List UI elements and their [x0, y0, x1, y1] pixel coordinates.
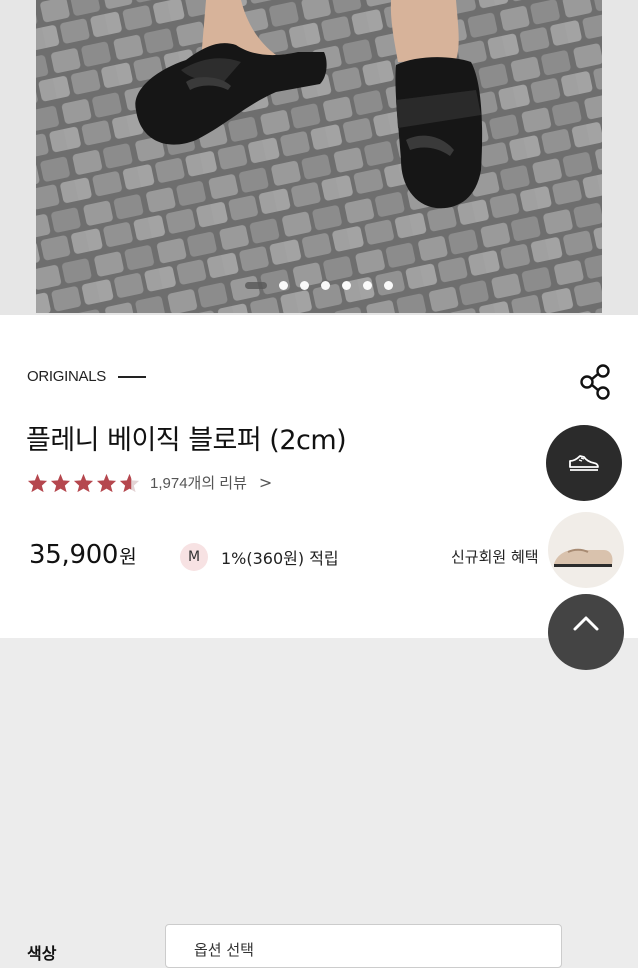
scroll-top-button[interactable]	[548, 594, 624, 670]
member-badge: M	[180, 543, 208, 571]
brand-link[interactable]: ORIGINALS	[27, 368, 146, 385]
color-label: 색상	[27, 944, 57, 963]
star-icon	[50, 473, 71, 492]
product-image-area[interactable]	[0, 0, 638, 315]
carousel-dot[interactable]	[321, 281, 330, 290]
star-icon	[27, 473, 48, 492]
price-number: 35,900	[29, 540, 119, 570]
shoe-thumbnail-image	[554, 548, 613, 567]
share-icon	[580, 364, 610, 400]
brand-name[interactable]: ORIGINALS	[27, 368, 106, 385]
star-half-icon	[119, 473, 140, 492]
product-thumbnail-button[interactable]	[548, 512, 624, 588]
carousel-dot[interactable]	[300, 281, 309, 290]
chevron-up-icon	[573, 616, 599, 631]
carousel-dot[interactable]	[363, 281, 372, 290]
brand-dash	[118, 375, 146, 378]
carousel-dot[interactable]	[279, 281, 288, 290]
product-photo-image	[36, 0, 602, 313]
option-select-placeholder: 옵션 선택	[194, 941, 254, 959]
star-icon	[96, 473, 117, 492]
shoe-fab-button[interactable]	[546, 425, 622, 501]
points-text: 1%(360원) 적립	[221, 549, 339, 568]
option-select[interactable]: 옵션 선택	[165, 924, 562, 968]
share-button[interactable]	[579, 364, 613, 400]
new-member-benefit[interactable]: 신규회원 혜택	[451, 546, 539, 567]
shoe-icon	[569, 455, 599, 471]
carousel-dot[interactable]	[384, 281, 393, 290]
carousel-dot[interactable]	[342, 281, 351, 290]
rating-row[interactable]: 1,974개의 리뷰 >	[27, 472, 272, 493]
product-photo[interactable]	[36, 0, 602, 313]
product-info-card: ORIGINALS 플레니 베이직 블로퍼 (2cm) 1,974개의 리뷰 >	[0, 315, 638, 968]
chevron-right-icon: >	[258, 473, 273, 492]
carousel-dot-active[interactable]	[245, 282, 267, 289]
price-unit: 원	[119, 546, 137, 568]
price: 35,900원	[29, 540, 137, 570]
star-rating	[27, 473, 140, 493]
review-count-link[interactable]: 1,974개의 리뷰	[150, 472, 247, 493]
product-title: 플레니 베이직 블로퍼 (2cm)	[26, 425, 347, 456]
star-icon	[73, 473, 94, 492]
carousel-indicator	[36, 281, 602, 290]
